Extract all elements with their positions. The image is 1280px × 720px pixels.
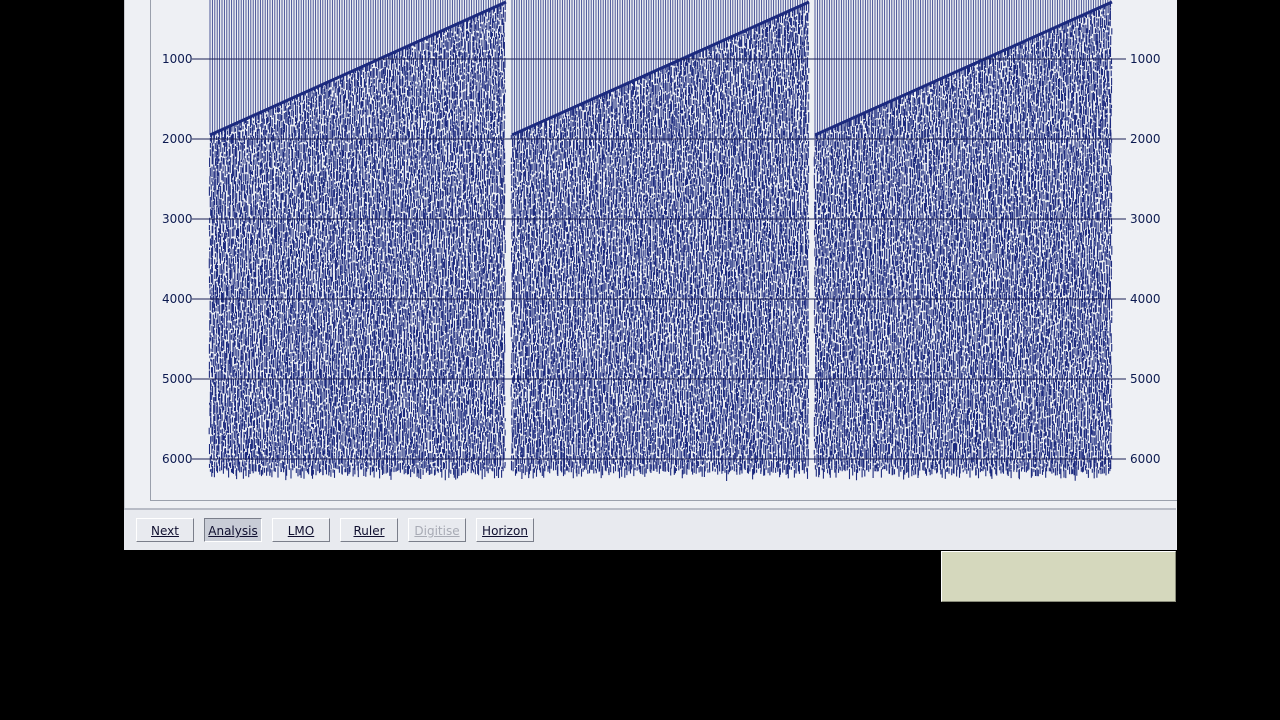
- left-axis-tick-6000: 6000: [162, 452, 193, 466]
- digitise-button[interactable]: Digitise: [408, 518, 466, 542]
- lmo-button[interactable]: LMO: [272, 518, 330, 542]
- left-axis-tick-1000: 1000: [162, 52, 193, 66]
- left-axis-tick-5000: 5000: [162, 372, 193, 386]
- right-axis-tick-5000: 5000: [1130, 372, 1161, 386]
- ruler-button[interactable]: Ruler: [340, 518, 398, 542]
- right-axis-tick-6000: 6000: [1130, 452, 1161, 466]
- right-axis-tick-4000: 4000: [1130, 292, 1161, 306]
- toolbar: Next Analysis LMO Ruler Digitise Horizon: [124, 508, 1176, 550]
- seismic-panel-1: [208, 0, 507, 481]
- status-panel: [941, 551, 1176, 602]
- right-axis-tick-1000: 1000: [1130, 52, 1161, 66]
- seismic-panel-3: [813, 0, 1113, 481]
- next-button[interactable]: Next: [136, 518, 194, 542]
- left-axis-tick-3000: 3000: [162, 212, 193, 226]
- left-axis-tick-2000: 2000: [162, 132, 193, 146]
- seismic-gather-display[interactable]: [0, 0, 1280, 500]
- left-axis-tick-4000: 4000: [162, 292, 193, 306]
- analysis-button[interactable]: Analysis: [204, 518, 262, 542]
- right-axis-tick-3000: 3000: [1130, 212, 1161, 226]
- seismic-panel-2: [510, 0, 810, 481]
- horizon-button[interactable]: Horizon: [476, 518, 534, 542]
- right-axis-tick-2000: 2000: [1130, 132, 1161, 146]
